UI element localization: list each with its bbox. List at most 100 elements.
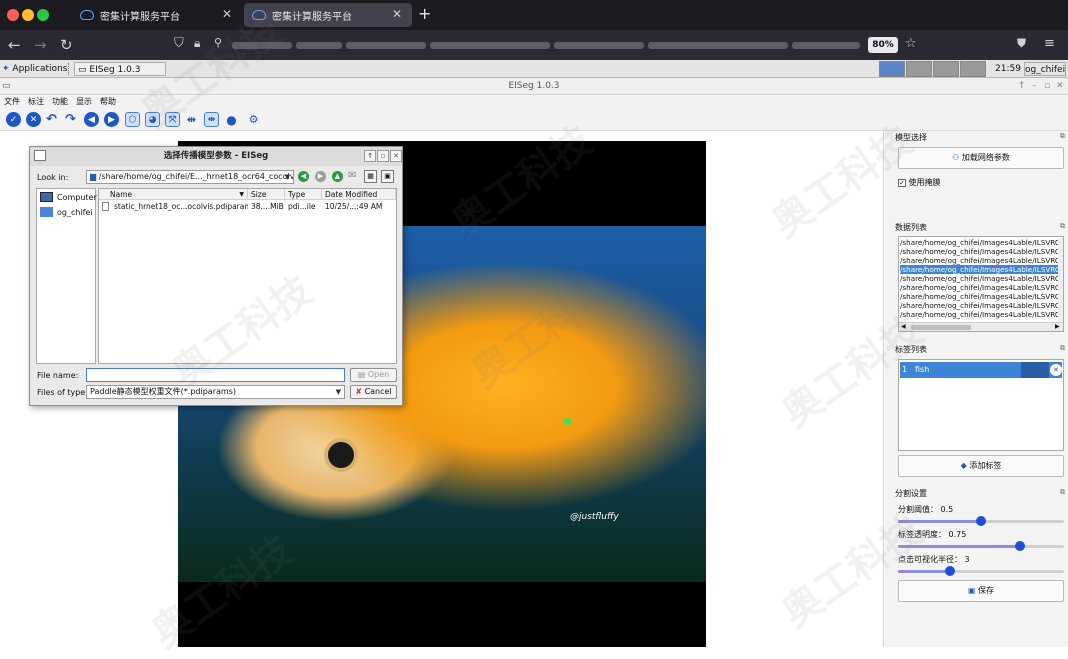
workspace-3[interactable]: [933, 61, 959, 77]
horizontal-scrollbar[interactable]: ◀ ▶: [899, 322, 1063, 331]
label-color-swatch[interactable]: [1021, 362, 1049, 378]
menu-annotate[interactable]: 标注: [24, 95, 48, 109]
look-in-combo[interactable]: ▆ /share/home/og_chifei/E..._hrnet18_ocr…: [86, 170, 294, 184]
window-menu-icon[interactable]: ▭: [2, 78, 11, 95]
menu-file[interactable]: 文件: [0, 95, 24, 109]
add-label-button[interactable]: ◆ 添加标签: [898, 455, 1064, 477]
applications-menu[interactable]: ✦ Applications: [2, 62, 67, 76]
slider-handle[interactable]: [945, 566, 955, 576]
column-name[interactable]: Name ▼: [99, 189, 248, 200]
browser-tab-1[interactable]: 密集计算服务平台 ✕: [72, 3, 242, 27]
menu-icon[interactable]: ≡: [1044, 36, 1055, 51]
column-type[interactable]: Type: [285, 189, 322, 200]
window-up-icon[interactable]: ↑: [1018, 78, 1026, 95]
back-arrow-icon[interactable]: ◀: [298, 171, 309, 182]
label-list[interactable]: 1 fish ✕: [898, 359, 1064, 451]
menu-help[interactable]: 帮助: [96, 95, 120, 109]
load-model-button[interactable]: ⚇ 加载网络参数: [898, 147, 1064, 169]
list-item[interactable]: /share/home/og_chifei/Images4Lable/ILSVR…: [900, 292, 1063, 301]
clear-icon[interactable]: ✕: [26, 112, 41, 127]
label-name[interactable]: fish: [915, 362, 929, 378]
reload-icon[interactable]: ↻: [60, 36, 73, 54]
close-tab-icon[interactable]: ✕: [392, 7, 402, 21]
label-row[interactable]: 1 fish ✕: [900, 362, 1062, 378]
next-image-icon[interactable]: ▶: [104, 112, 119, 127]
new-folder-icon[interactable]: ✉: [348, 170, 356, 181]
checkbox-checked-icon[interactable]: ✓: [898, 179, 906, 187]
slider-handle[interactable]: [976, 516, 986, 526]
column-size[interactable]: Size: [248, 189, 285, 200]
back-icon[interactable]: ←: [8, 36, 21, 54]
float-panel-icon[interactable]: ⧉: [1060, 488, 1065, 497]
data-list[interactable]: /share/home/og_chifei/Images4Lable/ILSVR…: [898, 236, 1064, 332]
detail-view-icon[interactable]: ▣: [381, 170, 394, 183]
click-point[interactable]: [564, 418, 571, 425]
cancel-button[interactable]: ✘ Cancel: [350, 385, 397, 399]
workspace-1[interactable]: [879, 61, 905, 77]
dialog-maximize-icon[interactable]: ▫: [377, 150, 389, 162]
panel-clock[interactable]: 21:59: [995, 62, 1021, 76]
list-view-icon[interactable]: ▦: [364, 170, 377, 183]
window-maximize-icon[interactable]: ▫: [1044, 78, 1050, 95]
float-panel-icon[interactable]: ⧉: [1060, 132, 1065, 141]
new-tab-button[interactable]: +: [418, 4, 431, 23]
save-button[interactable]: ▣ 保存: [898, 580, 1064, 602]
list-item[interactable]: /share/home/og_chifei/Images4Lable/ILSVR…: [900, 256, 1063, 265]
bookmark-star-icon[interactable]: ☆: [905, 36, 917, 51]
dialog-up-icon[interactable]: ↑: [364, 150, 376, 162]
parent-folder-icon[interactable]: ▲: [332, 171, 343, 182]
save-icon: ▣: [967, 586, 976, 595]
settings-icon[interactable]: ⚙: [246, 112, 261, 127]
shield-icon[interactable]: ⛉: [174, 36, 184, 51]
radius-slider[interactable]: [898, 566, 1064, 576]
column-modified[interactable]: Date Modified: [322, 189, 396, 200]
open-button[interactable]: ▤ Open: [350, 368, 397, 382]
threshold-slider[interactable]: [898, 516, 1064, 526]
network-icon: ⚇: [952, 153, 960, 162]
float-panel-icon[interactable]: ⧉: [1060, 222, 1065, 231]
redo-icon[interactable]: ↷: [63, 112, 78, 127]
slider-handle[interactable]: [1015, 541, 1025, 551]
zoom-level-badge[interactable]: 80%: [868, 37, 898, 53]
file-row[interactable]: static_hrnet18_oc...ocolvis.pdiparams 38…: [99, 201, 396, 212]
list-item[interactable]: /share/home/og_chifei/Images4Lable/ILSVR…: [900, 301, 1063, 310]
forward-arrow-icon[interactable]: ▶: [315, 171, 326, 182]
scroll-right-icon[interactable]: ▶: [1055, 323, 1060, 330]
prev-image-icon[interactable]: ◀: [84, 112, 99, 127]
polygon-icon[interactable]: ⬡: [125, 112, 140, 127]
menu-view[interactable]: 显示: [72, 95, 96, 109]
dialog-close-icon[interactable]: ✕: [390, 150, 402, 162]
delete-label-icon[interactable]: ✕: [1050, 364, 1062, 376]
float-panel-icon[interactable]: ⧉: [1060, 344, 1065, 353]
list-item[interactable]: /share/home/og_chifei/Images4Lable/ILSVR…: [900, 247, 1063, 256]
menu-function[interactable]: 功能: [48, 95, 72, 109]
file-type-combo[interactable]: Paddle静态模型权重文件(*.pdiparams) ▼: [86, 385, 345, 399]
undo-icon[interactable]: ↶: [44, 112, 59, 127]
use-mask-checkbox[interactable]: ✓ 使用掩膜: [898, 177, 941, 188]
url-bar[interactable]: [232, 37, 864, 53]
save-coco-icon[interactable]: ⇹: [204, 112, 219, 127]
list-item[interactable]: /share/home/og_chifei/Images4Lable/ILSVR…: [900, 274, 1063, 283]
list-item[interactable]: /share/home/og_chifei/Images4Lable/ILSVR…: [900, 283, 1063, 292]
window-minimize-icon[interactable]: –: [1032, 78, 1037, 95]
workspace-2[interactable]: [906, 61, 932, 77]
browser-toolbar: ← → ↻ ⛉ 🔒︎ ⚲ 80% ☆ ⛊ ≡: [0, 30, 1068, 60]
finish-icon[interactable]: ✓: [6, 112, 21, 127]
place-home[interactable]: og_chifei: [39, 206, 95, 220]
list-item-selected[interactable]: /share/home/og_chifei/Images4Lable/ILSVR…: [900, 265, 1063, 274]
pocket-icon[interactable]: ⛊: [1017, 36, 1026, 51]
list-item[interactable]: /share/home/og_chifei/Images4Lable/ILSVR…: [900, 310, 1063, 319]
threshold-value: 0.5: [940, 505, 954, 514]
palette-icon[interactable]: ●: [224, 112, 239, 127]
user-menu[interactable]: og_chifei: [1024, 62, 1066, 76]
place-computer[interactable]: Computer: [39, 191, 97, 205]
workspace-4[interactable]: [960, 61, 986, 77]
window-close-icon[interactable]: ✕: [1056, 78, 1064, 95]
list-item[interactable]: /share/home/og_chifei/Images4Lable/ILSVR…: [900, 238, 1063, 247]
file-name: static_hrnet18_oc...ocolvis.pdiparams: [114, 202, 248, 211]
forward-icon[interactable]: →: [34, 36, 47, 54]
close-window-button[interactable]: [7, 9, 19, 21]
zoom-window-button[interactable]: [37, 9, 49, 21]
vertical-scrollbar[interactable]: [1058, 238, 1063, 321]
minimize-window-button[interactable]: [22, 9, 34, 21]
